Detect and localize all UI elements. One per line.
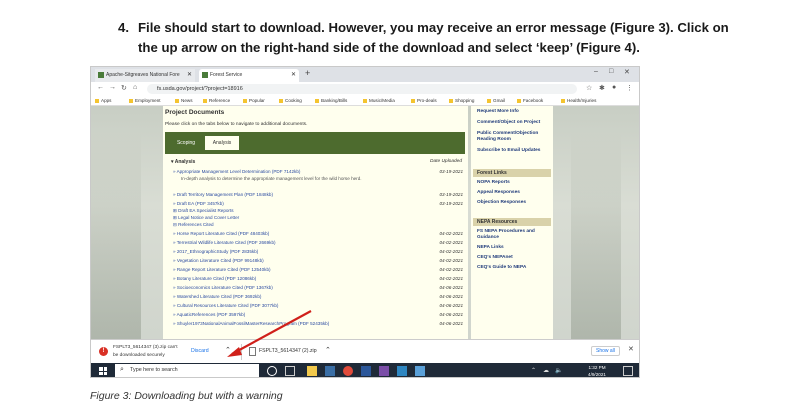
arrow-shaft: [231, 310, 312, 355]
annotation-arrow: [227, 310, 312, 357]
arrow-head: [227, 347, 242, 357]
step-number: 4.: [118, 20, 129, 35]
figure-caption: Figure 3: Downloading but with a warning: [90, 390, 283, 402]
step-text: File should start to download. However, …: [138, 20, 729, 55]
instruction-step: 4. File should start to download. Howeve…: [118, 18, 738, 58]
browser-screenshot: Apache-Sitgreaves National Fore ✕ Forest…: [90, 66, 640, 378]
